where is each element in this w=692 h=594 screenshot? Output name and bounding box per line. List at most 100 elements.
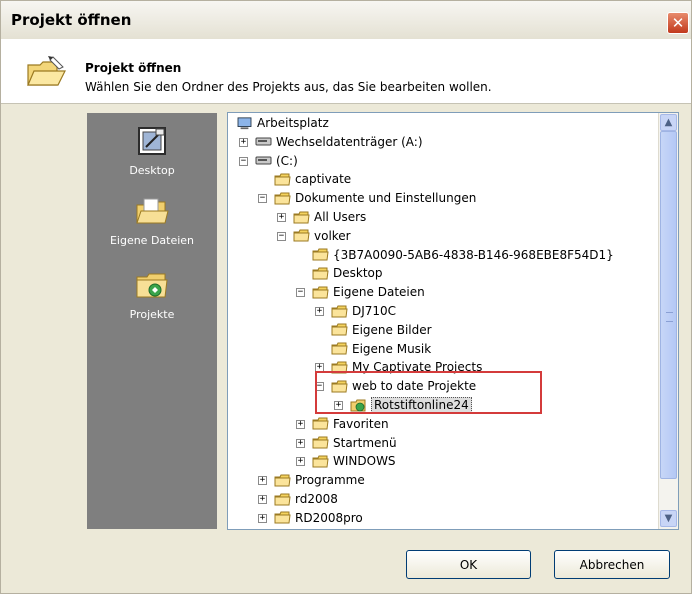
expand-toggle[interactable]: − [296,288,305,298]
place-label: Projekte [129,308,175,321]
computer-icon [236,116,257,130]
window-title: Projekt öffnen [11,11,132,29]
tree-item[interactable] [274,528,295,529]
expand-toggle[interactable]: + [315,307,324,316]
tree-item[interactable]: volker [293,227,351,245]
projects-folder-icon [136,273,168,298]
tree-item[interactable]: (C:) [255,152,298,170]
drive-icon [255,154,276,167]
folder-icon [312,436,333,449]
expand-toggle[interactable]: + [296,457,305,467]
my-documents-icon [136,198,169,224]
highlight-annotation [315,371,542,414]
tree-item[interactable]: Eigene Musik [331,340,431,358]
tree-item[interactable]: Wechseldatenträger (A:) [255,133,423,151]
tree-item-label: Favoriten [333,416,389,431]
expand-toggle[interactable]: − [258,194,267,204]
scrollbar-thumb[interactable] [660,131,677,479]
tree-item[interactable]: Programme [274,471,365,489]
folder-icon [331,305,352,318]
expand-toggle[interactable]: + [239,137,248,147]
title-bar: Projekt öffnen ✕ [1,1,691,39]
close-icon: ✕ [671,14,685,32]
tree-item[interactable]: Desktop [312,264,383,282]
expand-toggle[interactable]: + [258,495,267,504]
tree-item[interactable]: DJ710C [331,302,396,320]
tree-item[interactable]: Startmenü [312,434,397,452]
folder-icon [293,229,314,242]
place-my-documents[interactable]: Eigene Dateien [87,197,217,247]
tree-item-label: Programme [295,473,365,488]
chevron-up-icon: ▲ [664,117,673,128]
place-projects[interactable]: Projekte [87,269,217,321]
place-desktop[interactable]: Desktop [87,125,217,177]
tree-item-label: Wechseldatenträger (A:) [276,134,423,149]
folder-icon [312,455,333,468]
folder-icon [274,493,295,506]
ok-button[interactable]: OK [406,550,531,579]
tree-item-label: captivate [295,172,352,187]
expand-toggle[interactable]: + [296,438,305,448]
folder-icon [312,286,333,299]
folder-icon [274,173,295,186]
tree-item[interactable]: Favoriten [312,415,389,433]
header-subtitle: Wählen Sie den Ordner des Projekts aus, … [85,80,492,94]
folder-icon [312,267,333,280]
tree-item-label: Eigene Bilder [352,322,432,337]
tree-item-label: Eigene Dateien [333,285,425,300]
folder-icon [331,342,352,355]
folder-icon [312,417,333,430]
expand-toggle[interactable]: + [258,513,267,523]
chevron-down-icon: ▼ [664,513,673,524]
folder-icon [293,211,314,224]
folder-icon [331,323,352,336]
folder-tree-content: Arbeitsplatz + Wechseldatenträger (A:) − (C:… [228,113,658,529]
place-label: Eigene Dateien [109,234,195,247]
close-button[interactable]: ✕ [667,12,689,34]
folder-icon [274,474,295,487]
tree-item[interactable]: {3B7A0090-5AB6-4838-B146-968EBE8F54D1} [312,246,614,264]
expand-toggle[interactable]: + [258,476,267,486]
folder-icon [274,511,295,524]
tree-item-label: Startmenü [333,435,397,450]
tree-item[interactable]: Dokumente und Einstellungen [274,189,476,207]
tree-item-label: volker [314,228,351,243]
tree-item-label: WINDOWS [333,454,396,469]
folder-icon [274,192,295,205]
tree-item[interactable]: Eigene Dateien [312,283,425,301]
folder-tree[interactable]: Arbeitsplatz + Wechseldatenträger (A:) − (C:… [227,112,679,530]
scroll-up-button[interactable]: ▲ [660,114,677,131]
places-bar: Desktop Eigene Dateien Projekte [87,113,217,529]
dialog-header: Projekt öffnen Wählen Sie den Ordner des… [1,39,691,104]
tree-item-label: Desktop [333,266,383,281]
cancel-button[interactable]: Abbrechen [554,550,670,579]
scroll-down-button[interactable]: ▼ [660,510,677,527]
place-label: Desktop [129,164,175,177]
tree-item[interactable]: RD2008pro [274,509,363,527]
tree-item[interactable]: Arbeitsplatz [236,114,329,132]
expand-toggle[interactable]: + [277,213,286,222]
tree-item-label: {3B7A0090-5AB6-4838-B146-968EBE8F54D1} [333,247,614,262]
tree-item-label: Eigene Musik [352,341,432,356]
folder-icon [312,248,333,261]
tree-item-label: RD2008pro [295,510,363,525]
tree-item[interactable]: All Users [293,208,366,226]
tree-item-label: Dokumente und Einstellungen [295,191,477,206]
grip-icon [666,312,673,322]
expand-toggle[interactable]: − [277,231,286,241]
dialog-window: Projekt öffnen ✕ Projekt öffnen Wählen S… [0,0,692,594]
expand-toggle[interactable]: + [296,419,305,429]
vertical-scrollbar[interactable]: ▲ ▼ [658,113,678,529]
tree-item-label: (C:) [276,153,298,168]
desktop-icon [138,127,166,155]
folder-open-icon [27,56,66,86]
tree-item-label: rd2008 [295,492,338,506]
tree-item[interactable]: WINDOWS [312,452,396,470]
drive-icon [255,135,276,148]
tree-item[interactable]: captivate [274,170,351,188]
tree-item-label: All Users [314,210,367,224]
tree-item-label: DJ710C [352,304,397,318]
tree-item[interactable]: rd2008 [274,490,338,508]
expand-toggle[interactable]: − [239,156,248,166]
tree-item[interactable]: Eigene Bilder [331,321,432,339]
